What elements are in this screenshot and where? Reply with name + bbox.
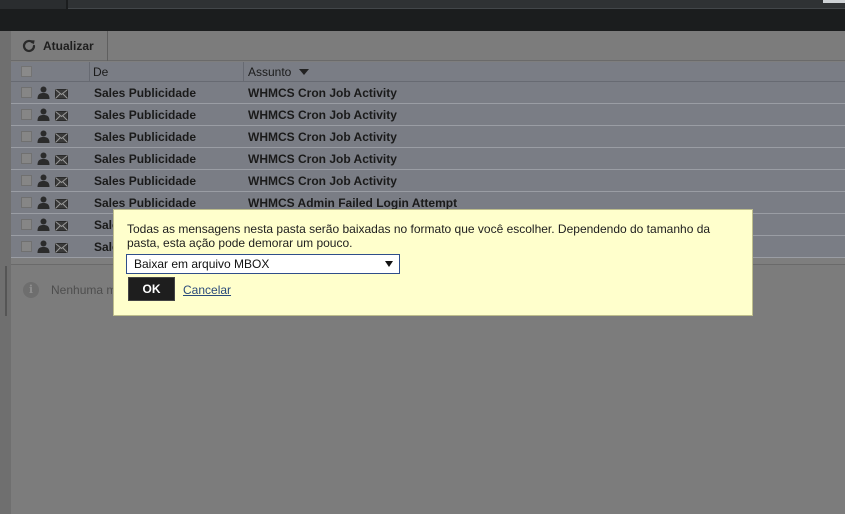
download-format-select[interactable]: Baixar em arquivo MBOX [126,254,400,274]
message-list-header: De Assunto [11,62,845,82]
top-bar-strip [68,0,845,9]
folder-pane-edge [0,31,11,514]
download-format-value: Baixar em arquivo MBOX [134,257,270,271]
row-checkbox[interactable] [21,219,32,230]
column-separator [243,62,244,82]
sort-descending-icon [299,69,310,75]
ok-button[interactable]: OK [128,277,175,301]
column-separator [89,62,90,82]
table-row[interactable]: Sales Publicidade WHMCS Cron Job Activit… [11,126,845,148]
row-subject: WHMCS Cron Job Activity [248,130,397,144]
row-from: Sales Publicidade [94,108,197,122]
column-header-from-label: De [93,65,109,79]
person-icon [37,108,50,124]
dialog-message: Todas as mensagens nesta pasta serão bai… [127,222,711,250]
envelope-icon [55,242,68,256]
table-row[interactable]: Sales Publicidade WHMCS Cron Job Activit… [11,148,845,170]
envelope-icon [55,154,68,168]
row-checkbox[interactable] [21,109,32,120]
person-icon [37,218,50,234]
envelope-icon [55,220,68,234]
person-icon [37,86,50,102]
column-header-subject[interactable]: Assunto [248,62,310,82]
top-navigation-bar [0,0,845,31]
envelope-icon [55,198,68,212]
person-icon [37,130,50,146]
envelope-icon [55,110,68,124]
pane-resize-handle[interactable] [5,266,7,316]
info-icon: i [23,282,39,298]
preview-empty-message: Nenhuma m [51,283,117,297]
table-row[interactable]: Sales Publicidade WHMCS Cron Job Activit… [11,170,845,192]
row-subject: WHMCS Cron Job Activity [248,108,397,122]
top-bar-left-segment [0,0,66,9]
person-icon [37,196,50,212]
person-icon [37,152,50,168]
person-icon [37,174,50,190]
row-checkbox[interactable] [21,131,32,142]
row-from: Sales Publicidade [94,86,197,100]
table-row[interactable]: Sales Publicidade WHMCS Cron Job Activit… [11,82,845,104]
envelope-icon [55,132,68,146]
row-from: Sales Publicidade [94,152,197,166]
row-checkbox[interactable] [21,87,32,98]
column-header-from[interactable]: De [93,62,108,82]
row-checkbox[interactable] [21,197,32,208]
row-from: Sales Publicidade [94,174,197,188]
envelope-icon [55,176,68,190]
row-subject: WHMCS Cron Job Activity [248,86,397,100]
download-folder-dialog: Todas as mensagens nesta pasta serão bai… [113,209,753,316]
person-icon [37,240,50,256]
row-checkbox[interactable] [21,153,32,164]
row-from: Sales Publicidade [94,130,197,144]
top-right-corner-control[interactable] [823,0,845,3]
select-all-checkbox[interactable] [21,66,32,77]
row-subject: WHMCS Cron Job Activity [248,152,397,166]
row-checkbox[interactable] [21,175,32,186]
refresh-label: Atualizar [43,39,94,53]
chevron-down-icon [385,261,393,267]
row-subject: WHMCS Cron Job Activity [248,174,397,188]
column-header-subject-label: Assunto [248,65,292,79]
cancel-link[interactable]: Cancelar [183,283,231,297]
table-row[interactable]: Sales Publicidade WHMCS Cron Job Activit… [11,104,845,126]
refresh-icon [21,38,37,54]
refresh-button[interactable]: Atualizar [11,31,108,61]
mail-toolbar: Atualizar [11,31,845,61]
envelope-icon [55,88,68,102]
row-checkbox[interactable] [21,241,32,252]
